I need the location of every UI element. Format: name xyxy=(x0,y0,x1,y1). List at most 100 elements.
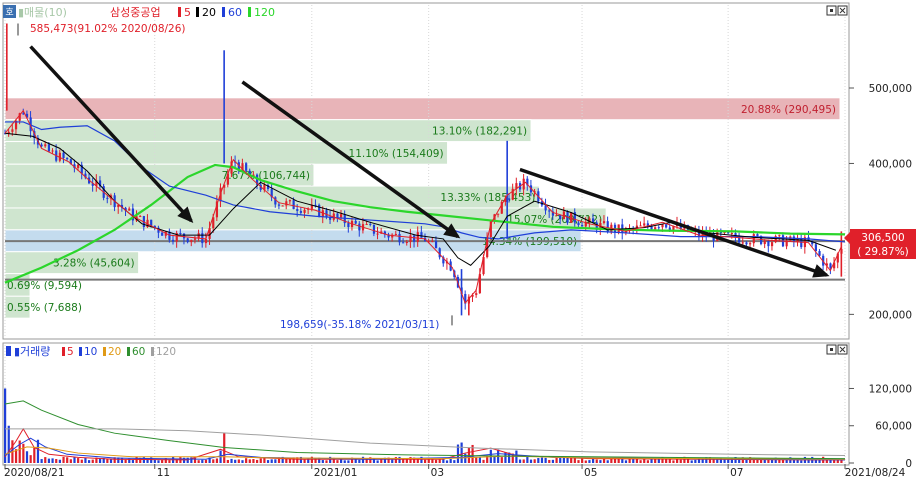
volume-bar xyxy=(266,460,270,463)
volume-bar xyxy=(212,459,215,463)
volume-bar xyxy=(453,460,456,463)
volume-profile-label: 11.10% (154,409) xyxy=(349,148,444,160)
volume-bar xyxy=(493,456,496,463)
volume-bar xyxy=(548,459,551,463)
volume-bar xyxy=(223,433,226,463)
volume-bar xyxy=(109,459,113,463)
volume-bar xyxy=(639,460,642,463)
volume-bar xyxy=(361,456,365,463)
volume-bar xyxy=(168,460,171,463)
volume-bar xyxy=(566,457,569,463)
volume-bar xyxy=(131,459,135,463)
volume-bar xyxy=(252,459,255,463)
volume-bar xyxy=(25,451,29,463)
volume-bar xyxy=(588,460,591,463)
volume-bar xyxy=(621,458,624,463)
volume-legend-label: 20 xyxy=(108,346,121,358)
volume-bar xyxy=(106,459,109,463)
volume-bar xyxy=(88,460,91,463)
volume-bar xyxy=(7,425,10,463)
volume-bar xyxy=(215,458,219,463)
volume-bar xyxy=(424,459,427,463)
volume-bar xyxy=(40,459,43,463)
volume-bar xyxy=(599,460,602,463)
high-marker-label: 585,473(91.02% 2020/08/26) xyxy=(30,23,186,35)
volume-bar xyxy=(204,459,208,463)
volume-bar xyxy=(325,460,328,463)
last-price-box: 306,500 ( 29.87%) xyxy=(844,229,916,259)
last-price-value: 306,500 xyxy=(861,232,904,244)
volume-bar xyxy=(778,459,781,463)
volume-tick-label: 60,000 xyxy=(875,421,912,433)
volume-bar xyxy=(460,442,463,463)
volume-bar xyxy=(584,460,587,463)
volume-bar xyxy=(44,457,47,463)
volume-bar xyxy=(712,459,715,463)
volume-profile-label: ▮매물(10) xyxy=(18,6,67,19)
volume-bar xyxy=(343,460,346,463)
price-tick-label: 200,000 xyxy=(869,309,912,321)
last-price-change: ( 29.87%) xyxy=(857,246,909,258)
volume-bar xyxy=(610,458,613,463)
ma-legend-label: 20 xyxy=(202,6,216,19)
volume-bar xyxy=(445,460,449,463)
ma-legend-label: 5 xyxy=(184,6,191,19)
volume-bar xyxy=(606,460,609,463)
volume-profile-label: 0.69% (9,594) xyxy=(7,280,82,292)
volume-bar xyxy=(77,458,80,463)
low-marker-label: 198,659(-35.18% 2021/03/11) xyxy=(280,319,439,331)
volume-bar xyxy=(475,457,478,463)
ma-legend-label: 60 xyxy=(228,6,242,19)
volume-tick-label: 120,000 xyxy=(869,383,912,395)
volume-bar xyxy=(80,459,83,463)
volume-bar xyxy=(679,459,682,463)
volume-bar xyxy=(69,459,72,463)
volume-bar xyxy=(303,459,306,463)
volume-bar xyxy=(555,457,558,463)
volume-bar xyxy=(694,459,697,463)
volume-bar xyxy=(562,457,565,463)
volume-profile-label: 13.10% (182,291) xyxy=(432,126,527,138)
candle xyxy=(318,203,321,218)
volume-panel-frame xyxy=(2,342,850,466)
volume-bar xyxy=(245,458,248,463)
volume-bar xyxy=(646,460,649,463)
volume-bar xyxy=(33,447,36,463)
volume-bar xyxy=(29,455,32,463)
volume-bar xyxy=(537,458,540,463)
volume-bar xyxy=(398,456,401,463)
volume-bar xyxy=(4,388,7,463)
volume-legend-label: 10 xyxy=(84,346,97,358)
volume-bar xyxy=(592,458,595,463)
volume-bar xyxy=(73,457,76,463)
volume-bar xyxy=(690,460,693,463)
volume-bar xyxy=(526,456,529,463)
volume-bar xyxy=(270,459,273,463)
volume-bar xyxy=(449,459,452,463)
price-header: 호 ▮매물(10) 삼성중공업 5 20 60 120 xyxy=(3,5,275,19)
volume-bar xyxy=(248,459,251,463)
volume-bar xyxy=(800,460,803,463)
time-tick-label: 2020/08/21 xyxy=(4,467,65,479)
volume-bar xyxy=(358,459,361,463)
volume-bar xyxy=(672,460,675,463)
volume-bar xyxy=(256,459,259,463)
price-title: 삼성중공업 xyxy=(110,6,161,19)
volume-bar xyxy=(201,459,204,463)
stock-chart: 20.88% (290,495) 13.10% (182,291) 11.10% (… xyxy=(0,0,916,481)
volume-bar xyxy=(321,460,324,463)
volume-bar xyxy=(438,459,441,463)
volume-bar xyxy=(98,458,102,463)
volume-bar xyxy=(234,459,237,463)
volume-bar xyxy=(745,459,748,463)
volume-bar xyxy=(157,460,160,463)
volume-bar xyxy=(47,458,51,463)
price-tick-label: 500,000 xyxy=(869,83,912,95)
volume-bar xyxy=(347,460,350,463)
volume-legend-label: 120 xyxy=(156,346,176,358)
volume-bar xyxy=(581,458,584,463)
volume-bar xyxy=(518,459,522,463)
chart-svg: 20.88% (290,495) 13.10% (182,291) 11.10% (… xyxy=(0,0,916,481)
volume-bar xyxy=(500,457,503,463)
volume-bar xyxy=(274,459,277,463)
